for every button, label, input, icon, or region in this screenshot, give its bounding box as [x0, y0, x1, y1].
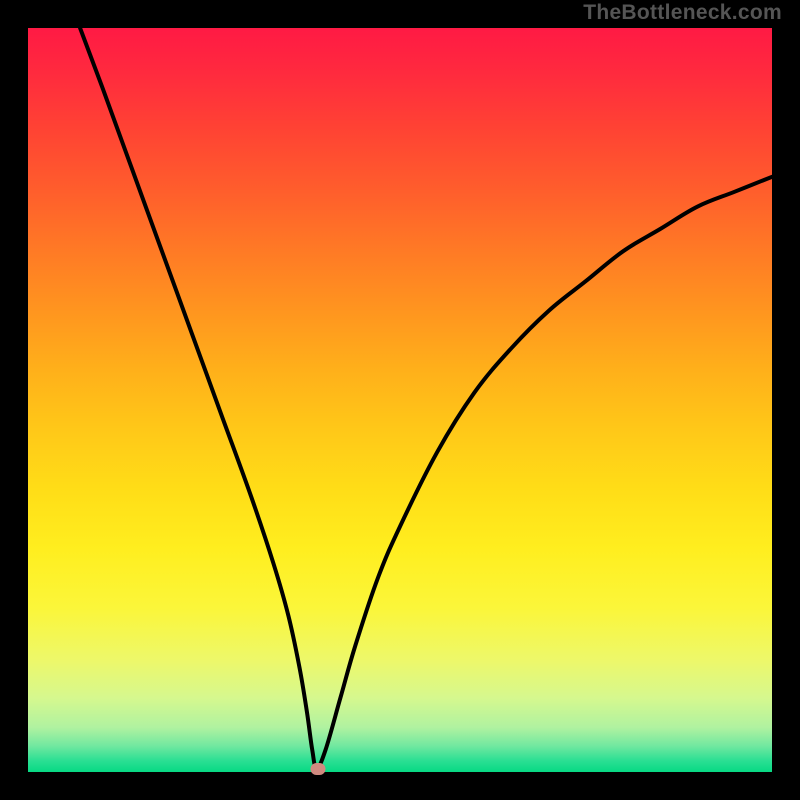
watermark-text: TheBottleneck.com: [583, 1, 782, 25]
gradient-background: [28, 28, 772, 772]
plot-area: [28, 28, 772, 772]
chart-frame: TheBottleneck.com: [0, 0, 800, 800]
chart-svg: [28, 28, 772, 772]
